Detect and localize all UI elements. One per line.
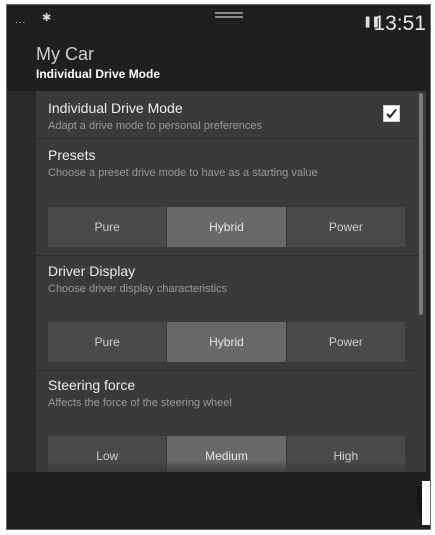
- bluetooth-icon: ✱: [42, 12, 52, 24]
- driver-display-label: Driver Display: [48, 263, 136, 279]
- signal-indicator: ...: [15, 15, 27, 26]
- presets-option-power[interactable]: Power: [285, 207, 405, 247]
- scrollbar[interactable]: [419, 93, 423, 315]
- steering-force-section: Steering force Affects the force of the …: [36, 371, 419, 472]
- driver-display-description: Choose driver display characteristics: [48, 283, 228, 295]
- drive-mode-checkbox[interactable]: [383, 105, 400, 122]
- presets-option-pure[interactable]: Pure: [48, 207, 167, 247]
- clock: 13:51: [373, 12, 426, 35]
- pull-down-handle[interactable]: [215, 12, 243, 18]
- check-icon: [386, 108, 397, 119]
- steering-force-description: Affects the force of the steering wheel: [48, 397, 232, 409]
- drive-mode-description: Adapt a drive mode to personal preferenc…: [48, 120, 263, 132]
- driver-display-option-power[interactable]: Power: [285, 322, 405, 362]
- steering-force-label: Steering force: [48, 377, 136, 393]
- settings-panel[interactable]: Individual Drive Mode Adapt a drive mode…: [36, 91, 426, 472]
- left-margin: [7, 91, 36, 472]
- screen-frame: ... ✱ ❚❚ 13:51 My Car Individual Drive M…: [6, 4, 431, 530]
- bottom-area: [7, 472, 430, 529]
- driver-display-option-pure[interactable]: Pure: [48, 322, 167, 362]
- presets-option-hybrid[interactable]: Hybrid: [166, 207, 286, 247]
- image-code-label: G063300: [417, 481, 430, 525]
- image-code: G063300: [416, 486, 424, 515]
- app-title: My Car: [36, 44, 94, 64]
- presets-description: Choose a preset drive mode to have as a …: [48, 167, 318, 179]
- drive-mode-row[interactable]: Individual Drive Mode Adapt a drive mode…: [36, 91, 419, 138]
- presets-label: Presets: [48, 147, 96, 163]
- scroll-fade: [36, 460, 426, 472]
- driver-display-selector: Pure Hybrid Power: [48, 322, 405, 362]
- drive-mode-label: Individual Drive Mode: [48, 100, 183, 116]
- presets-section: Presets Choose a preset drive mode to ha…: [36, 139, 419, 255]
- page-title: Individual Drive Mode: [36, 67, 161, 81]
- presets-selector: Pure Hybrid Power: [48, 207, 405, 247]
- driver-display-option-hybrid[interactable]: Hybrid: [166, 322, 286, 362]
- status-bar: ... ✱ ❚❚ 13:51: [7, 5, 430, 41]
- driver-display-section: Driver Display Choose driver display cha…: [36, 256, 419, 370]
